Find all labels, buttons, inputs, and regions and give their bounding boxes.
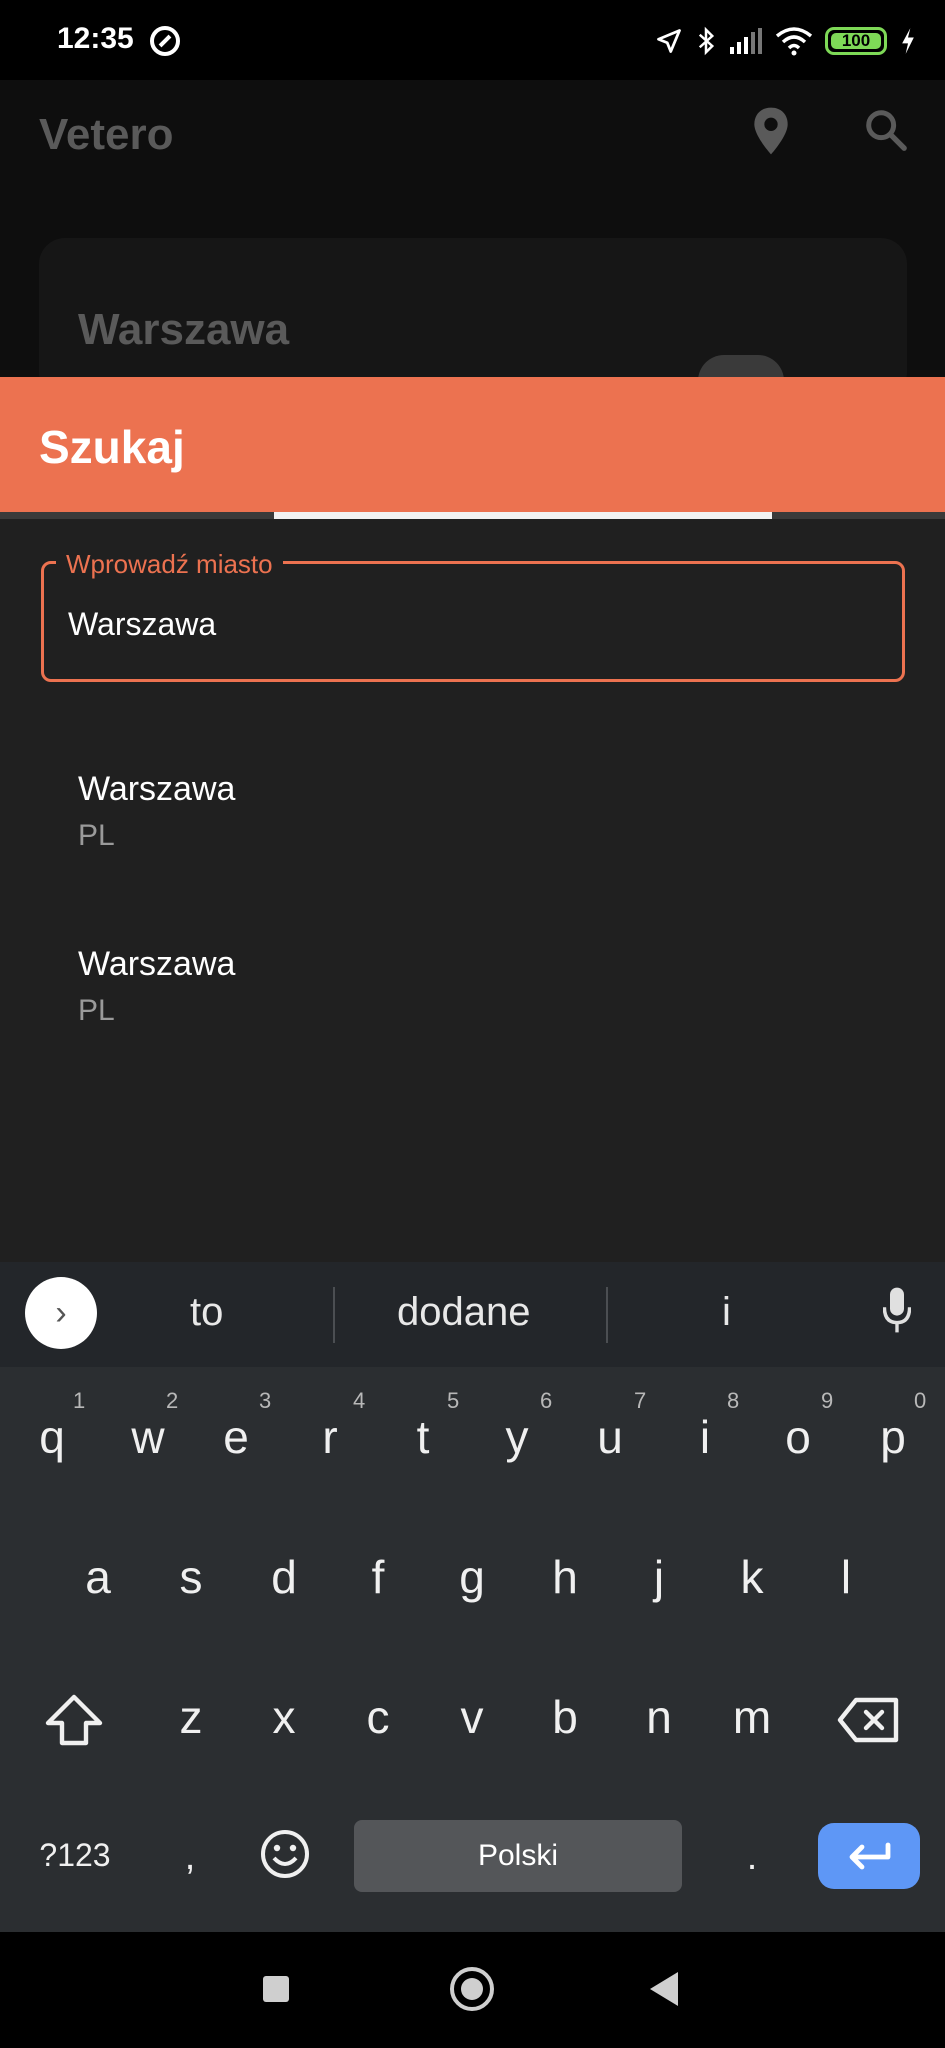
- key-d[interactable]: d: [259, 1550, 309, 1604]
- location-arrow-icon: [657, 29, 681, 53]
- list-item[interactable]: Warszawa PL: [78, 770, 235, 853]
- key-comma[interactable]: ,: [180, 1836, 200, 1879]
- key-hint: 1: [73, 1388, 86, 1413]
- location-pin-icon[interactable]: [751, 106, 791, 156]
- city-search-input[interactable]: Warszawa: [68, 606, 216, 643]
- back-icon[interactable]: [650, 1972, 678, 2006]
- key-g[interactable]: g: [447, 1550, 497, 1604]
- suggestion[interactable]: to: [190, 1290, 223, 1335]
- symbols-key[interactable]: ?123: [30, 1837, 120, 1874]
- key-u[interactable]: u: [585, 1410, 635, 1464]
- status-time: 12:35: [57, 22, 134, 55]
- recents-icon[interactable]: [263, 1976, 289, 2002]
- result-country: PL: [78, 994, 115, 1027]
- key-hint: 6: [540, 1388, 553, 1413]
- battery-icon: 100: [825, 27, 887, 55]
- enter-key[interactable]: [818, 1823, 920, 1889]
- result-country: PL: [78, 819, 115, 852]
- key-v[interactable]: v: [447, 1690, 497, 1744]
- key-j[interactable]: j: [634, 1550, 684, 1604]
- key-x[interactable]: x: [259, 1690, 309, 1744]
- key-p[interactable]: p: [868, 1410, 918, 1464]
- key-period[interactable]: .: [742, 1836, 762, 1879]
- backspace-icon[interactable]: [836, 1696, 900, 1744]
- key-hint: 4: [353, 1388, 366, 1413]
- search-icon[interactable]: [862, 106, 908, 152]
- app-title: Vetero: [39, 110, 174, 159]
- key-hint: 3: [259, 1388, 272, 1413]
- sheet-title: Szukaj: [39, 421, 185, 473]
- key-hint: 9: [821, 1388, 834, 1413]
- enter-arrow-icon: [849, 1842, 891, 1870]
- home-icon[interactable]: [450, 1967, 494, 2011]
- key-hint: 8: [727, 1388, 740, 1413]
- key-q[interactable]: q: [27, 1410, 77, 1464]
- suggestion[interactable]: dodane: [397, 1290, 530, 1335]
- key-y[interactable]: y: [492, 1410, 542, 1464]
- result-city-name: Warszawa: [78, 945, 236, 983]
- bluetooth-icon: [698, 26, 715, 56]
- key-m[interactable]: m: [721, 1690, 783, 1744]
- key-l[interactable]: l: [821, 1550, 871, 1604]
- signal-icon: [730, 28, 762, 54]
- key-hint: 0: [914, 1388, 927, 1413]
- key-o[interactable]: o: [773, 1410, 823, 1464]
- key-w[interactable]: w: [118, 1410, 178, 1464]
- list-item[interactable]: Warszawa PL: [78, 945, 235, 1028]
- key-hint: 5: [447, 1388, 460, 1413]
- result-city-name: Warszawa: [78, 770, 236, 808]
- space-key[interactable]: Polski: [354, 1820, 682, 1892]
- status-icons: 100: [655, 24, 917, 58]
- suggestion-divider: [333, 1287, 335, 1343]
- microphone-icon[interactable]: [883, 1286, 911, 1334]
- suggestion[interactable]: i: [722, 1290, 731, 1335]
- key-k[interactable]: k: [727, 1550, 777, 1604]
- tab-indicator: [274, 512, 772, 519]
- shift-icon[interactable]: [44, 1693, 104, 1747]
- key-b[interactable]: b: [540, 1690, 590, 1744]
- city-card-title: Warszawa: [78, 305, 290, 354]
- key-s[interactable]: s: [166, 1550, 216, 1604]
- key-z[interactable]: z: [166, 1690, 216, 1744]
- key-hint: 2: [166, 1388, 179, 1413]
- key-i[interactable]: i: [680, 1410, 730, 1464]
- suggestion-divider: [606, 1287, 608, 1343]
- battery-level: 100: [841, 31, 871, 50]
- key-n[interactable]: n: [634, 1690, 684, 1744]
- key-a[interactable]: a: [73, 1550, 123, 1604]
- key-t[interactable]: t: [398, 1410, 448, 1464]
- wifi-icon: [775, 27, 813, 56]
- key-h[interactable]: h: [540, 1550, 590, 1604]
- charging-icon: [902, 28, 914, 54]
- chevron-right-icon[interactable]: ›: [25, 1277, 97, 1349]
- city-search-label: Wprowadź miasto: [56, 549, 283, 580]
- do-not-disturb-icon: [150, 26, 180, 56]
- key-c[interactable]: c: [353, 1690, 403, 1744]
- key-f[interactable]: f: [353, 1550, 403, 1604]
- emoji-icon[interactable]: [259, 1828, 311, 1880]
- key-hint: 7: [634, 1388, 647, 1413]
- key-r[interactable]: r: [305, 1410, 355, 1464]
- key-e[interactable]: e: [211, 1410, 261, 1464]
